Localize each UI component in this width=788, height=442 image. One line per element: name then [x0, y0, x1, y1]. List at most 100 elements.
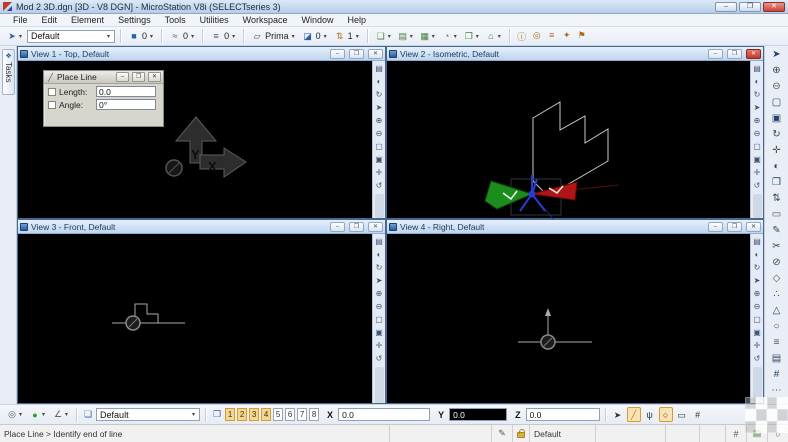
active-line-style-button[interactable]: ≈ 0 ▾	[167, 28, 197, 44]
view-control-icon[interactable]: ➤	[374, 274, 385, 287]
primary-tool-icon[interactable]: ≡	[545, 30, 559, 43]
view-control-icon[interactable]: ▤	[374, 62, 385, 75]
view-toggle-3[interactable]: 3	[249, 408, 259, 421]
view-control-icon[interactable]: ⊕	[374, 287, 385, 300]
view3-scrollbar[interactable]	[375, 367, 384, 403]
view-control-icon[interactable]: ↺	[752, 352, 763, 365]
view-control-icon[interactable]: ⊕	[374, 114, 385, 127]
view3-close-button[interactable]: ✕	[368, 222, 383, 232]
status-cell-library[interactable]: ▤	[747, 425, 768, 442]
menu-item[interactable]: Help	[341, 15, 374, 25]
view-control-icon[interactable]: ↻	[374, 88, 385, 101]
main-tool-icon[interactable]: ◇	[767, 271, 787, 287]
main-tool-icon[interactable]: ⋯	[767, 383, 787, 399]
view1-maximize-button[interactable]: ❐	[349, 49, 364, 59]
main-tool-icon[interactable]: ✎	[767, 223, 787, 239]
menu-item[interactable]: Element	[64, 15, 111, 25]
view-control-icon[interactable]: ▢	[374, 140, 385, 153]
view2-title-bar[interactable]: View 2 - Isometric, Default – ❐ ✕	[387, 47, 763, 61]
view-control-icon[interactable]: ◐	[374, 75, 385, 88]
view-control-icon[interactable]: ✛	[374, 166, 385, 179]
primary-tool-button[interactable]: ◔ ▾	[439, 28, 460, 44]
primary-tool-icon[interactable]: ◎	[530, 30, 544, 43]
view-control-icon[interactable]: ◐	[374, 248, 385, 261]
status-selection-cell[interactable]: Default	[530, 425, 596, 442]
menu-item[interactable]: Workspace	[236, 15, 295, 25]
locks-button[interactable]: ● ▾	[27, 407, 48, 423]
main-tool-icon[interactable]: ⊕	[767, 63, 787, 79]
menu-item[interactable]: Window	[294, 15, 340, 25]
element-pointer-button[interactable]: ➤ ▾	[4, 28, 25, 44]
view-control-icon[interactable]: ▣	[374, 326, 385, 339]
main-tool-icon[interactable]: ≡	[767, 335, 787, 351]
main-tool-icon[interactable]: ✛	[767, 143, 787, 159]
status-snap-cell[interactable]: ✎	[492, 425, 513, 442]
view3-drawing-area[interactable]	[18, 234, 372, 403]
minimize-button[interactable]: –	[715, 2, 737, 12]
view4-drawing-area[interactable]	[387, 234, 750, 403]
fence-rect-icon[interactable]: ▭	[675, 407, 689, 422]
view-group-combo[interactable]: Default ▾	[96, 408, 200, 421]
view-control-icon[interactable]: ↺	[752, 179, 763, 192]
main-tool-icon[interactable]: ➤	[767, 47, 787, 63]
view-control-icon[interactable]: ↺	[374, 179, 385, 192]
view-control-icon[interactable]: ◐	[752, 248, 763, 261]
menu-item[interactable]: Settings	[111, 15, 158, 25]
menu-item[interactable]: Tools	[158, 15, 193, 25]
tasks-tab[interactable]: ❖ Tasks	[2, 49, 15, 95]
primary-tool-icon[interactable]: ✦	[560, 30, 574, 43]
snap-mode-button[interactable]: ◎ ▾	[4, 407, 25, 423]
main-tool-icon[interactable]: △	[767, 303, 787, 319]
active-transparency-button[interactable]: ◪ 0 ▾	[300, 28, 330, 44]
length-checkbox[interactable]	[48, 88, 56, 96]
view4-title-bar[interactable]: View 4 - Right, Default – ❐ ✕	[387, 220, 763, 234]
primary-tool-button[interactable]: ▦ ▾	[417, 28, 438, 44]
restore-button[interactable]: ❐	[739, 2, 761, 12]
view4-minimize-button[interactable]: –	[708, 222, 723, 232]
main-tool-icon[interactable]: ✂	[767, 239, 787, 255]
dialog-minimize-button[interactable]: –	[116, 72, 129, 82]
view1-title-bar[interactable]: View 1 - Top, Default – ❐ ✕	[18, 47, 385, 61]
view-control-icon[interactable]: ⊖	[752, 300, 763, 313]
main-tool-icon[interactable]: ○	[767, 319, 787, 335]
view2-drawing-area[interactable]	[387, 61, 750, 218]
view2-maximize-button[interactable]: ❐	[727, 49, 742, 59]
view-control-icon[interactable]: ▣	[752, 153, 763, 166]
view-control-icon[interactable]: ⊖	[374, 300, 385, 313]
menu-item[interactable]: Utilities	[193, 15, 236, 25]
primary-tool-button[interactable]: ❏ ▾	[373, 28, 394, 44]
angle-checkbox[interactable]	[48, 101, 56, 109]
y-input[interactable]: 0.0	[449, 408, 507, 421]
view-control-icon[interactable]: ▤	[752, 235, 763, 248]
view-control-icon[interactable]: ↻	[374, 261, 385, 274]
active-angle-button[interactable]: ∠ ▾	[50, 407, 71, 423]
view-control-icon[interactable]: ⊕	[752, 287, 763, 300]
view-control-icon[interactable]: ➤	[374, 101, 385, 114]
primary-tool-button[interactable]: ⌂ ▾	[483, 28, 504, 44]
view2-scrollbar[interactable]	[753, 194, 762, 218]
view1-minimize-button[interactable]: –	[330, 49, 345, 59]
active-class-button[interactable]: ▱ Prima ▾	[249, 28, 298, 44]
main-tool-icon[interactable]: ⊖	[767, 79, 787, 95]
view-control-icon[interactable]: ➤	[752, 101, 763, 114]
view-toggle-8[interactable]: 8	[309, 408, 319, 421]
view-control-icon[interactable]: ▣	[374, 153, 385, 166]
view2-minimize-button[interactable]: –	[708, 49, 723, 59]
view-toggle-4[interactable]: 4	[261, 408, 271, 421]
dialog-close-button[interactable]: ✕	[148, 72, 161, 82]
view-control-icon[interactable]: ⊖	[752, 127, 763, 140]
main-tool-icon[interactable]: ❐	[767, 175, 787, 191]
view-control-icon[interactable]: ↻	[752, 261, 763, 274]
main-tool-icon[interactable]: ▤	[767, 351, 787, 367]
view-toggle-5[interactable]: 5	[273, 408, 283, 421]
view4-close-button[interactable]: ✕	[746, 222, 761, 232]
main-tool-icon[interactable]: ⇅	[767, 191, 787, 207]
status-lock-cell[interactable]	[513, 425, 530, 442]
status-fence-cell[interactable]: #	[726, 425, 747, 442]
place-line-dialog-title-bar[interactable]: ╱ Place Line – ❐ ✕	[44, 71, 163, 84]
cursor-icon[interactable]: ➤	[611, 407, 625, 422]
main-tool-icon[interactable]: ◐	[767, 159, 787, 175]
view-control-icon[interactable]: ↺	[374, 352, 385, 365]
main-tool-icon[interactable]: #	[767, 367, 787, 383]
view-toggle-1[interactable]: 1	[225, 408, 235, 421]
